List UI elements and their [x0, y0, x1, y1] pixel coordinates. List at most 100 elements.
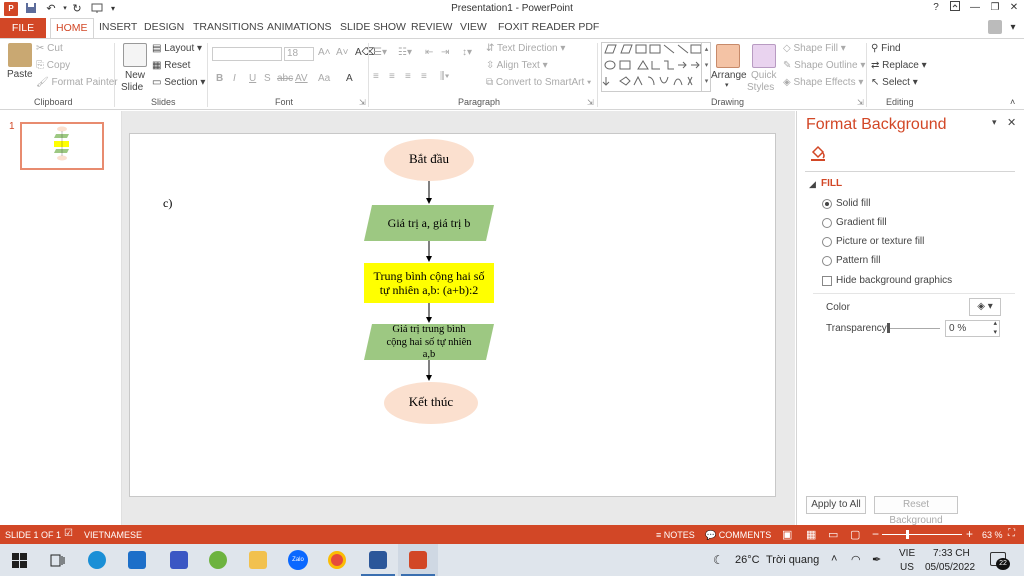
- zoom-in-button[interactable]: +: [966, 527, 973, 541]
- moon-weather-icon[interactable]: ☾: [713, 553, 724, 567]
- select-button[interactable]: ↖ Select ▾: [871, 77, 918, 88]
- quick-styles-label-2[interactable]: Styles: [747, 82, 774, 93]
- decrease-indent-icon[interactable]: ⇤: [425, 47, 433, 58]
- color-picker-button[interactable]: ◈ ▾: [969, 298, 1001, 316]
- clock-time[interactable]: 7:33 CH: [933, 548, 970, 559]
- find-button[interactable]: ⚲ Find: [871, 43, 901, 54]
- tab-review[interactable]: REVIEW: [411, 21, 452, 33]
- fill-section-title[interactable]: FILL: [821, 178, 842, 189]
- font-size-select[interactable]: 18: [284, 47, 314, 61]
- section-button[interactable]: ▭ Section ▾: [152, 77, 205, 88]
- network-icon[interactable]: ◠: [851, 553, 861, 566]
- tab-foxit-reader-pdf[interactable]: FOXIT READER PDF: [498, 21, 599, 33]
- coccoc-icon[interactable]: [209, 551, 227, 569]
- reset-background-button[interactable]: Reset Background: [874, 496, 958, 526]
- underline-button[interactable]: U: [249, 73, 256, 84]
- grow-font-icon[interactable]: A˄: [318, 47, 331, 58]
- gradient-fill-label[interactable]: Gradient fill: [836, 217, 887, 228]
- tab-home[interactable]: HOME: [50, 18, 94, 39]
- cut-button[interactable]: ✂ Cut: [36, 43, 63, 54]
- slide-thumbnail[interactable]: [20, 122, 104, 170]
- columns-icon[interactable]: ⫼▾: [440, 71, 449, 82]
- spelling-check-icon[interactable]: ☑: [64, 528, 73, 539]
- file-explorer-icon[interactable]: [249, 551, 267, 569]
- solid-fill-radio[interactable]: [822, 199, 832, 209]
- align-text-button[interactable]: ⇳ Align Text ▾: [486, 60, 548, 71]
- transparency-slider-thumb[interactable]: [887, 323, 890, 333]
- align-right-icon[interactable]: ≡: [405, 71, 411, 82]
- new-slide-label-1[interactable]: New: [125, 70, 145, 81]
- hide-background-label[interactable]: Hide background graphics: [836, 275, 952, 286]
- font-color-button[interactable]: A: [346, 73, 353, 84]
- pen-icon[interactable]: ✒: [872, 553, 881, 566]
- change-case-button[interactable]: Aa: [318, 73, 330, 84]
- drawing-dialog-launcher-icon[interactable]: ⇲: [857, 98, 864, 107]
- powerpoint-icon[interactable]: [409, 551, 427, 569]
- tab-slide-show[interactable]: SLIDE SHOW: [340, 21, 406, 33]
- maximize-icon[interactable]: ❐: [988, 1, 1002, 15]
- language-status[interactable]: VIETNAMESE: [84, 530, 142, 540]
- layout-button[interactable]: ▤ Layout ▾: [152, 43, 202, 54]
- shrink-font-icon[interactable]: A˅: [336, 47, 349, 58]
- align-left-icon[interactable]: ≡: [373, 71, 379, 82]
- picture-texture-fill-radio[interactable]: [822, 237, 832, 247]
- copy-button[interactable]: ⎘ Copy: [36, 60, 70, 71]
- task-view-icon[interactable]: [50, 553, 65, 571]
- pane-close-icon[interactable]: ✕: [1007, 116, 1016, 129]
- fit-to-window-icon[interactable]: ⛶: [1008, 528, 1015, 539]
- solid-fill-label[interactable]: Solid fill: [836, 198, 870, 209]
- align-center-icon[interactable]: ≡: [389, 71, 395, 82]
- tray-chevron-icon[interactable]: ˄: [831, 553, 837, 565]
- comments-button[interactable]: 💬 COMMENTS: [705, 530, 771, 541]
- minimize-icon[interactable]: —: [968, 1, 982, 15]
- mail-icon[interactable]: [128, 551, 146, 569]
- picture-texture-fill-label[interactable]: Picture or texture fill: [836, 236, 924, 247]
- tab-file[interactable]: FILE: [0, 18, 46, 38]
- font-dialog-launcher-icon[interactable]: ⇲: [359, 98, 366, 107]
- arrange-button[interactable]: Arrange: [711, 70, 747, 81]
- clock-date[interactable]: 05/05/2022: [925, 562, 975, 573]
- edge-icon[interactable]: [88, 551, 106, 569]
- tab-animations[interactable]: ANIMATIONS: [267, 21, 332, 33]
- gradient-fill-radio[interactable]: [822, 218, 832, 228]
- zoom-slider-thumb[interactable]: [906, 530, 909, 539]
- notes-button[interactable]: ≡ NOTES: [656, 530, 695, 540]
- word-icon[interactable]: [369, 551, 387, 569]
- new-slide-label-2[interactable]: Slide: [121, 82, 143, 93]
- pattern-fill-label[interactable]: Pattern fill: [836, 255, 880, 266]
- windows-icon[interactable]: [12, 553, 27, 571]
- pattern-fill-radio[interactable]: [822, 256, 832, 266]
- tab-transitions[interactable]: TRANSITIONS: [193, 21, 264, 33]
- zoom-level[interactable]: 63 %: [982, 530, 1003, 540]
- shadow-button[interactable]: S: [264, 73, 271, 84]
- justify-icon[interactable]: ≡: [421, 71, 427, 82]
- hide-background-checkbox[interactable]: [822, 276, 832, 286]
- slide-label-c[interactable]: c): [163, 196, 172, 210]
- zoom-out-button[interactable]: −: [872, 527, 879, 541]
- replace-button[interactable]: ⇄ Replace ▾: [871, 60, 927, 71]
- text-direction-button[interactable]: ⇵ Text Direction ▾: [486, 43, 565, 54]
- azure-icon[interactable]: [170, 551, 188, 569]
- transparency-slider-track[interactable]: [887, 328, 940, 329]
- pane-options-dropdown-icon[interactable]: ▾: [992, 117, 997, 128]
- shape-effects-button[interactable]: ◈ Shape Effects ▾: [783, 77, 863, 88]
- zalo-icon[interactable]: Zalo: [288, 550, 308, 570]
- help-icon[interactable]: ?: [929, 1, 943, 15]
- slide-show-icon[interactable]: ▢: [850, 528, 860, 541]
- line-spacing-icon[interactable]: ↕▾: [462, 47, 472, 58]
- slide-sorter-icon[interactable]: ▦: [806, 528, 816, 541]
- collapse-ribbon-icon[interactable]: ˄: [1010, 97, 1015, 107]
- shapes-gallery[interactable]: [601, 42, 711, 92]
- italic-button[interactable]: I: [233, 73, 236, 84]
- increase-indent-icon[interactable]: ⇥: [441, 47, 449, 58]
- arrange-dropdown-icon[interactable]: ▾: [725, 81, 729, 89]
- new-slide-icon[interactable]: [123, 43, 147, 67]
- transparency-input[interactable]: 0 % ▴ ▾: [945, 320, 1000, 337]
- account-dropdown-icon[interactable]: ▾: [1006, 21, 1020, 35]
- paste-icon[interactable]: [8, 43, 32, 67]
- reset-button[interactable]: ▦ Reset: [152, 60, 190, 71]
- tab-design[interactable]: DESIGN: [144, 21, 184, 33]
- account-avatar[interactable]: [988, 20, 1002, 34]
- tab-insert[interactable]: INSERT: [99, 21, 137, 33]
- input-language-2[interactable]: US: [900, 562, 914, 573]
